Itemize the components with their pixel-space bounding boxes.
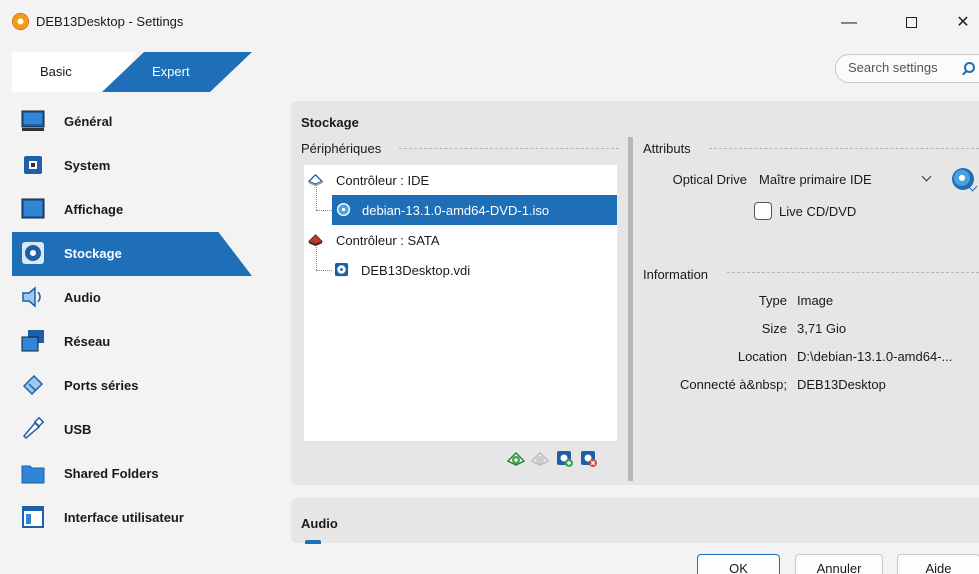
choose-disk-button[interactable] — [952, 168, 974, 190]
search-input[interactable] — [848, 60, 958, 75]
sidebar-item-serial-ports[interactable]: Ports séries — [12, 364, 252, 408]
sidebar-item-audio[interactable]: Audio — [12, 276, 252, 320]
optical-drive-select[interactable]: Maître primaire IDE — [759, 169, 942, 191]
dialog-button-bar: OK Annuler Aide — [0, 545, 979, 574]
sidebar-item-storage[interactable]: Stockage — [12, 232, 252, 276]
sidebar-item-label: Général — [64, 114, 113, 129]
sidebar-item-display[interactable]: Affichage — [12, 188, 252, 232]
info-key-type: Type — [758, 293, 787, 308]
serial-port-icon — [22, 374, 44, 396]
information-section-label: Information — [643, 267, 709, 282]
info-key-location: Location — [737, 349, 787, 364]
close-button[interactable]: ✕ — [940, 8, 979, 38]
info-value-type: Image — [797, 293, 834, 308]
tree-connector — [316, 210, 332, 211]
sata-controller-icon — [308, 234, 323, 247]
optical-drive-value: Maître primaire IDE — [759, 172, 872, 187]
sidebar-item-user-interface[interactable]: Interface utilisateur — [12, 496, 252, 540]
ide-controller-icon — [308, 173, 323, 187]
section-divider — [727, 272, 979, 273]
info-key-size: Size — [761, 321, 787, 336]
chevron-down-icon — [921, 171, 932, 182]
sidebar: Général System Affichage Stockage Audio … — [0, 100, 270, 550]
network-icon — [21, 330, 44, 352]
sidebar-item-label: Affichage — [64, 202, 124, 217]
tree-item-sata-controller[interactable]: Contrôleur : SATA — [304, 225, 617, 255]
usb-icon — [22, 416, 45, 440]
sidebar-item-network[interactable]: Réseau — [12, 320, 252, 364]
ok-button[interactable]: OK — [697, 554, 780, 574]
sidebar-item-label: Réseau — [64, 334, 111, 349]
remove-attachment-icon[interactable] — [580, 450, 598, 468]
chip-icon — [24, 156, 42, 174]
attributes-section-label: Attributs — [643, 141, 691, 156]
audio-enable-checkbox[interactable] — [305, 540, 321, 544]
add-controller-icon[interactable] — [507, 450, 525, 468]
tree-item-optical-iso[interactable]: debian-13.1.0-amd64-DVD-1.iso — [332, 195, 617, 225]
minimize-button[interactable]: — — [826, 8, 872, 38]
optical-drive-label: Optical Drive — [672, 172, 747, 187]
remove-controller-icon — [531, 451, 549, 466]
sidebar-item-general[interactable]: Général — [12, 100, 252, 144]
sidebar-item-shared-folders[interactable]: Shared Folders — [12, 452, 252, 496]
tree-item-label: DEB13Desktop.vdi — [361, 263, 471, 278]
page-title: Stockage — [301, 115, 359, 130]
tree-item-label: Contrôleur : IDE — [336, 173, 430, 188]
info-value-size: 3,71 Gio — [797, 321, 847, 336]
tree-item-label: Contrôleur : SATA — [336, 233, 440, 248]
search-icon[interactable] — [964, 62, 975, 73]
monitor-general-icon — [21, 110, 45, 131]
maximize-icon — [905, 17, 917, 29]
info-key-connected: Connecté à&nbsp; — [680, 377, 787, 392]
cancel-button[interactable]: Annuler — [795, 554, 883, 574]
mode-tabs: Basic Expert — [12, 52, 252, 92]
storage-disc-icon — [22, 242, 44, 264]
audio-panel: Audio — [291, 498, 979, 544]
audio-section-title: Audio — [301, 516, 338, 531]
tree-item-label: debian-13.1.0-amd64-DVD-1.iso — [362, 203, 550, 218]
tree-item-ide-controller[interactable]: Contrôleur : IDE — [304, 165, 617, 195]
live-cd-label: Live CD/DVD — [779, 204, 857, 219]
window-ui-icon — [22, 506, 44, 528]
add-attachment-icon[interactable] — [556, 450, 574, 468]
info-value-connected: DEB13Desktop — [797, 377, 886, 392]
sidebar-item-label: Shared Folders — [64, 466, 159, 481]
sidebar-item-label: Stockage — [64, 246, 122, 261]
title-bar: DEB13Desktop - Settings — ✕ — [0, 0, 979, 46]
storage-tree[interactable]: Contrôleur : IDE debian-13.1.0-amd64-DVD… — [304, 165, 617, 441]
display-icon — [21, 198, 45, 219]
close-icon: ✕ — [956, 14, 970, 31]
window-title: DEB13Desktop - Settings — [36, 14, 184, 29]
speaker-icon — [22, 286, 41, 308]
folder-icon — [21, 465, 45, 484]
storage-panel: Stockage Périphériques Contrôleur : IDE … — [291, 101, 979, 485]
panel-splitter[interactable] — [628, 137, 633, 481]
section-divider — [399, 148, 619, 149]
virtualbox-app-icon — [12, 13, 29, 30]
hard-disk-icon — [334, 262, 349, 277]
tree-item-vdi-disk[interactable]: DEB13Desktop.vdi — [304, 255, 617, 285]
tree-connector — [316, 187, 317, 210]
devices-section-label: Périphériques — [301, 141, 382, 156]
sidebar-item-label: System — [64, 158, 111, 173]
tab-basic-label: Basic — [40, 64, 72, 79]
sidebar-item-label: USB — [64, 422, 92, 437]
sidebar-item-label: Audio — [64, 290, 101, 305]
sidebar-item-usb[interactable]: USB — [12, 408, 252, 452]
sidebar-item-system[interactable]: System — [12, 144, 252, 188]
sidebar-item-label: Ports séries — [64, 378, 139, 393]
maximize-button[interactable] — [888, 8, 934, 38]
live-cd-checkbox[interactable] — [754, 202, 772, 220]
help-button[interactable]: Aide — [897, 554, 979, 574]
info-value-location: D:\debian-13.1.0-amd64-... — [797, 349, 953, 364]
section-divider — [709, 148, 979, 149]
search-box[interactable] — [835, 54, 979, 83]
sidebar-item-label: Interface utilisateur — [64, 510, 184, 525]
optical-disc-icon — [336, 202, 351, 217]
minimize-icon: — — [841, 14, 857, 31]
tab-expert-label: Expert — [152, 64, 190, 79]
